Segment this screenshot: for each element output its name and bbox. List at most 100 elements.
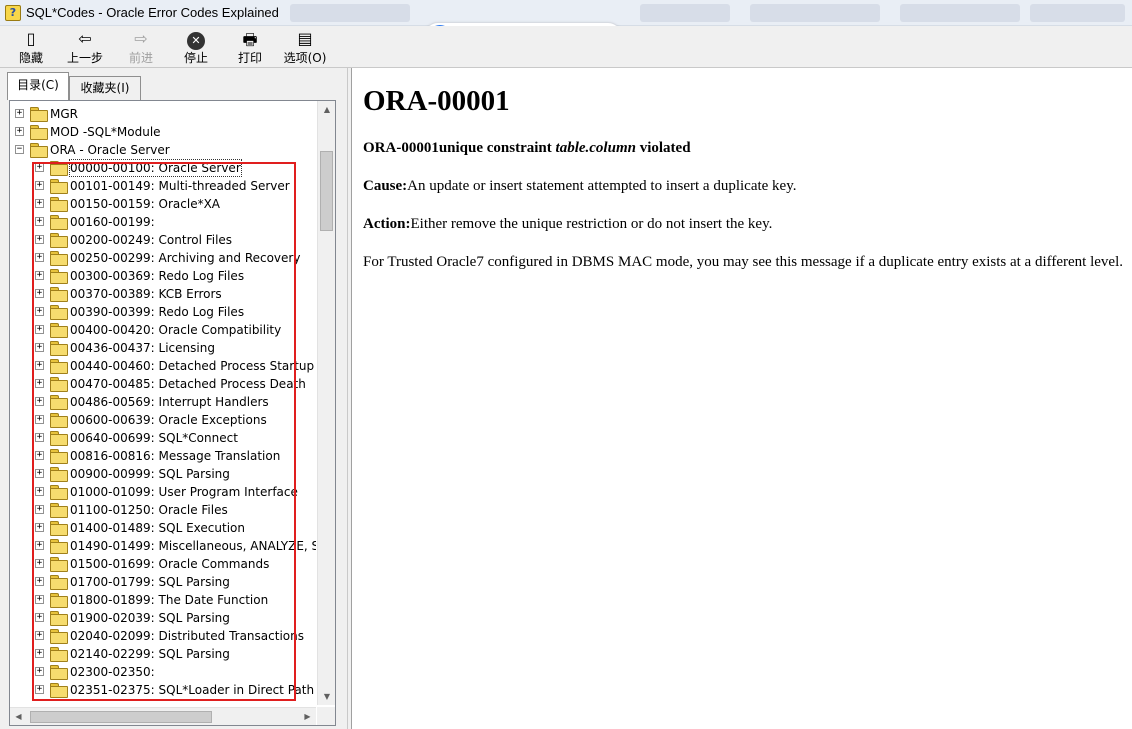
tree-child-node[interactable]: +02140-02299: SQL Parsing xyxy=(10,645,316,663)
tree-child-node[interactable]: +00150-00159: Oracle*XA xyxy=(10,195,316,213)
tree-child-node[interactable]: +00816-00816: Message Translation xyxy=(10,447,316,465)
tree-node-label: 02040-02099: Distributed Transactions xyxy=(70,629,304,643)
action-paragraph: Action:Either remove the unique restrict… xyxy=(363,216,772,233)
contents-tree[interactable]: + MGR + MOD -SQL*Module − ORA - Oracle Server… xyxy=(10,101,316,705)
tree-child-node[interactable]: +00250-00299: Archiving and Recovery xyxy=(10,249,316,267)
expand-toggle-icon[interactable]: + xyxy=(35,523,44,532)
expand-toggle-icon[interactable]: + xyxy=(35,343,44,352)
options-label: 选项(O) xyxy=(283,51,327,65)
expand-toggle-icon[interactable]: − xyxy=(15,145,24,154)
expand-toggle-icon[interactable]: + xyxy=(35,361,44,370)
tab-favorites[interactable]: 收藏夹(I) xyxy=(69,76,141,100)
tree-child-node[interactable]: +00640-00699: SQL*Connect xyxy=(10,429,316,447)
folder-icon xyxy=(50,449,68,464)
tree-child-node[interactable]: +00436-00437: Licensing xyxy=(10,339,316,357)
tree-child-node[interactable]: +01700-01799: SQL Parsing xyxy=(10,573,316,591)
expand-toggle-icon[interactable]: + xyxy=(35,505,44,514)
expand-toggle-icon[interactable]: + xyxy=(15,109,24,118)
expand-toggle-icon[interactable]: + xyxy=(35,631,44,640)
tree-child-node[interactable]: +01800-01899: The Date Function xyxy=(10,591,316,609)
vertical-scrollbar[interactable]: ▲ ▼ xyxy=(317,101,335,705)
folder-icon xyxy=(50,467,68,482)
tree-node[interactable]: − ORA - Oracle Server xyxy=(10,141,316,159)
horizontal-scrollbar[interactable]: ◀ ▶ xyxy=(10,707,316,725)
tree-child-node[interactable]: +00900-00999: SQL Parsing xyxy=(10,465,316,483)
expand-toggle-icon[interactable]: + xyxy=(35,307,44,316)
tab-contents-label: 目录(C) xyxy=(17,78,59,92)
tree-child-node[interactable]: +01500-01699: Oracle Commands xyxy=(10,555,316,573)
expand-toggle-icon[interactable]: + xyxy=(35,577,44,586)
forward-button[interactable]: ⇨ 前进 xyxy=(115,29,167,67)
folder-icon xyxy=(50,485,68,500)
tree-child-node[interactable]: +01490-01499: Miscellaneous, ANALYZE, SQ xyxy=(10,537,316,555)
options-button[interactable]: ▤ 选项(O) xyxy=(279,29,331,67)
scroll-down-icon[interactable]: ▼ xyxy=(318,688,335,705)
tree-child-node[interactable]: +00440-00460: Detached Process Startup xyxy=(10,357,316,375)
folder-icon xyxy=(50,305,68,320)
expand-toggle-icon[interactable]: + xyxy=(35,451,44,460)
tree-child-node[interactable]: +00370-00389: KCB Errors xyxy=(10,285,316,303)
background-tab xyxy=(640,4,730,22)
tree-child-node[interactable]: +01000-01099: User Program Interface xyxy=(10,483,316,501)
expand-toggle-icon[interactable]: + xyxy=(35,163,44,172)
expand-toggle-icon[interactable]: + xyxy=(35,433,44,442)
horizontal-scroll-thumb[interactable] xyxy=(30,711,212,723)
hide-button[interactable]: ▯ 隐藏 xyxy=(5,29,57,67)
expand-toggle-icon[interactable]: + xyxy=(35,595,44,604)
folder-icon xyxy=(50,521,68,536)
tree-child-node[interactable]: +00000-00100: Oracle Server xyxy=(10,159,316,177)
tree-child-node[interactable]: +01900-02039: SQL Parsing xyxy=(10,609,316,627)
tree-node-label: 00000-00100: Oracle Server xyxy=(69,159,242,177)
print-button[interactable]: 🖶 打印 xyxy=(224,29,276,67)
expand-toggle-icon[interactable]: + xyxy=(35,289,44,298)
tree-node-label: 00370-00389: KCB Errors xyxy=(70,287,222,301)
tree-child-node[interactable]: +00470-00485: Detached Process Death xyxy=(10,375,316,393)
folder-icon xyxy=(50,233,68,248)
tree-child-node[interactable]: +02300-02350: xyxy=(10,663,316,681)
tab-contents[interactable]: 目录(C) xyxy=(7,72,69,100)
expand-toggle-icon[interactable]: + xyxy=(35,181,44,190)
expand-toggle-icon[interactable]: + xyxy=(15,127,24,136)
expand-toggle-icon[interactable]: + xyxy=(35,271,44,280)
expand-toggle-icon[interactable]: + xyxy=(35,649,44,658)
expand-toggle-icon[interactable]: + xyxy=(35,217,44,226)
tree-child-node[interactable]: +00160-00199: xyxy=(10,213,316,231)
expand-toggle-icon[interactable]: + xyxy=(35,235,44,244)
expand-toggle-icon[interactable]: + xyxy=(35,253,44,262)
stop-icon: ✕ xyxy=(170,29,222,50)
expand-toggle-icon[interactable]: + xyxy=(35,469,44,478)
expand-toggle-icon[interactable]: + xyxy=(35,667,44,676)
tab-favorites-label: 收藏夹(I) xyxy=(80,81,130,95)
tree-child-node[interactable]: +01400-01489: SQL Execution xyxy=(10,519,316,537)
vertical-scroll-thumb[interactable] xyxy=(320,151,333,231)
folder-icon xyxy=(50,665,68,680)
scroll-up-icon[interactable]: ▲ xyxy=(318,101,335,118)
tree-child-node[interactable]: +00390-00399: Redo Log Files xyxy=(10,303,316,321)
tree-child-node[interactable]: +01100-01250: Oracle Files xyxy=(10,501,316,519)
expand-toggle-icon[interactable]: + xyxy=(35,397,44,406)
expand-toggle-icon[interactable]: + xyxy=(35,379,44,388)
expand-toggle-icon[interactable]: + xyxy=(35,685,44,694)
expand-toggle-icon[interactable]: + xyxy=(35,199,44,208)
expand-toggle-icon[interactable]: + xyxy=(35,487,44,496)
scroll-right-icon[interactable]: ▶ xyxy=(299,708,316,725)
tree-child-node[interactable]: +00101-00149: Multi-threaded Server xyxy=(10,177,316,195)
tree-node[interactable]: + MGR xyxy=(10,105,316,123)
expand-toggle-icon[interactable]: + xyxy=(35,325,44,334)
tree-child-node[interactable]: +00200-00249: Control Files xyxy=(10,231,316,249)
tree-node-label: 01490-01499: Miscellaneous, ANALYZE, SQ xyxy=(70,539,316,553)
tree-child-node[interactable]: +02040-02099: Distributed Transactions xyxy=(10,627,316,645)
expand-toggle-icon[interactable]: + xyxy=(35,559,44,568)
tree-child-node[interactable]: +00486-00569: Interrupt Handlers xyxy=(10,393,316,411)
back-button[interactable]: ⇦ 上一步 xyxy=(59,29,111,67)
tree-child-node[interactable]: +00300-00369: Redo Log Files xyxy=(10,267,316,285)
scroll-left-icon[interactable]: ◀ xyxy=(10,708,27,725)
tree-node[interactable]: + MOD -SQL*Module xyxy=(10,123,316,141)
tree-child-node[interactable]: +00400-00420: Oracle Compatibility xyxy=(10,321,316,339)
expand-toggle-icon[interactable]: + xyxy=(35,613,44,622)
expand-toggle-icon[interactable]: + xyxy=(35,541,44,550)
tree-child-node[interactable]: +02351-02375: SQL*Loader in Direct Path … xyxy=(10,681,316,699)
expand-toggle-icon[interactable]: + xyxy=(35,415,44,424)
stop-button[interactable]: ✕ 停止 xyxy=(170,29,222,67)
tree-child-node[interactable]: +00600-00639: Oracle Exceptions xyxy=(10,411,316,429)
